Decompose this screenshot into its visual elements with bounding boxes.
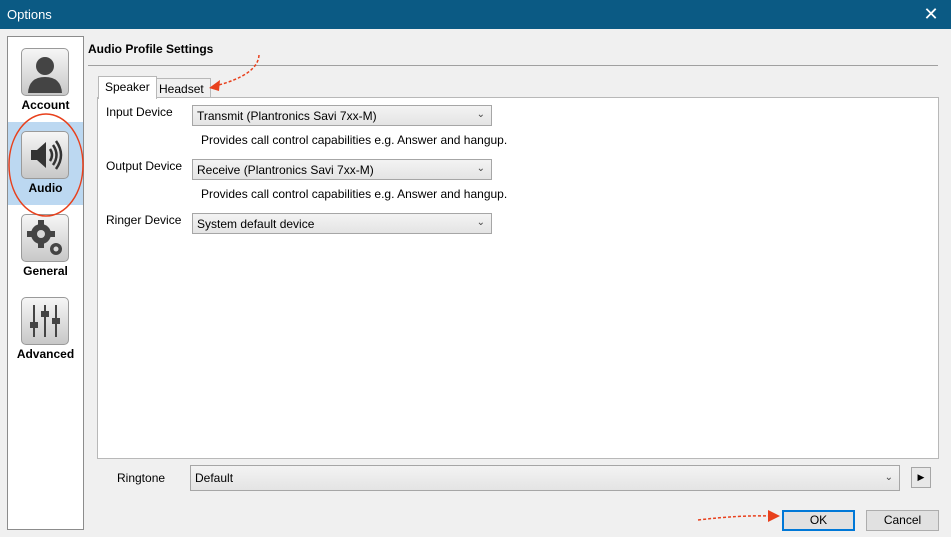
person-icon bbox=[21, 48, 69, 96]
output-device-label: Output Device bbox=[106, 159, 183, 173]
sliders-icon bbox=[21, 297, 69, 345]
tab-panel bbox=[97, 97, 939, 459]
cancel-button[interactable]: Cancel bbox=[866, 510, 939, 531]
gears-icon bbox=[21, 214, 69, 262]
input-device-value: Transmit (Plantronics Savi 7xx-M) bbox=[197, 109, 377, 123]
input-device-select[interactable]: Transmit (Plantronics Savi 7xx-M) ⌄ bbox=[192, 105, 492, 126]
section-divider bbox=[88, 65, 938, 66]
sidebar-item-label: Audio bbox=[28, 181, 63, 195]
chevron-down-icon: ⌄ bbox=[476, 109, 485, 120]
output-device-select[interactable]: Receive (Plantronics Savi 7xx-M) ⌄ bbox=[192, 159, 492, 180]
options-sidebar: Account Audio General Advanced bbox=[7, 36, 84, 530]
ringtone-select[interactable]: Default ⌄ bbox=[190, 465, 900, 491]
output-device-value: Receive (Plantronics Savi 7xx-M) bbox=[197, 163, 374, 177]
section-title: Audio Profile Settings bbox=[88, 42, 214, 56]
sidebar-item-label: Advanced bbox=[16, 347, 75, 361]
ringer-device-select[interactable]: System default device ⌄ bbox=[192, 213, 492, 234]
speaker-icon bbox=[21, 131, 69, 179]
input-device-label: Input Device bbox=[106, 105, 173, 119]
close-icon[interactable]: ✕ bbox=[921, 4, 941, 24]
tab-headset[interactable]: Headset bbox=[152, 78, 211, 99]
window-title: Options bbox=[7, 7, 52, 22]
input-device-hint: Provides call control capabilities e.g. … bbox=[201, 133, 508, 147]
sidebar-item-advanced[interactable]: Advanced bbox=[8, 288, 83, 371]
sidebar-item-audio[interactable]: Audio bbox=[8, 122, 83, 205]
ringtone-value: Default bbox=[195, 471, 234, 485]
annotation-arrow-line bbox=[214, 54, 260, 87]
ringtone-label: Ringtone bbox=[117, 471, 166, 485]
sidebar-item-label: Account bbox=[21, 98, 70, 112]
sidebar-item-account[interactable]: Account bbox=[8, 39, 83, 122]
chevron-down-icon: ⌄ bbox=[476, 163, 485, 174]
play-ringtone-button[interactable]: ▶ bbox=[911, 467, 931, 488]
sidebar-item-label: General bbox=[23, 264, 68, 278]
annotation-arrow-line bbox=[697, 515, 771, 521]
ok-button[interactable]: OK bbox=[782, 510, 855, 531]
sidebar-item-general[interactable]: General bbox=[8, 205, 83, 288]
ringer-device-value: System default device bbox=[197, 217, 315, 231]
ringer-device-label: Ringer Device bbox=[106, 213, 182, 227]
title-bar: Options ✕ bbox=[0, 0, 951, 29]
tab-speaker[interactable]: Speaker bbox=[98, 76, 157, 99]
chevron-down-icon: ⌄ bbox=[884, 472, 893, 483]
chevron-down-icon: ⌄ bbox=[476, 217, 485, 228]
annotation-arrowhead bbox=[768, 510, 780, 522]
output-device-hint: Provides call control capabilities e.g. … bbox=[201, 187, 508, 201]
